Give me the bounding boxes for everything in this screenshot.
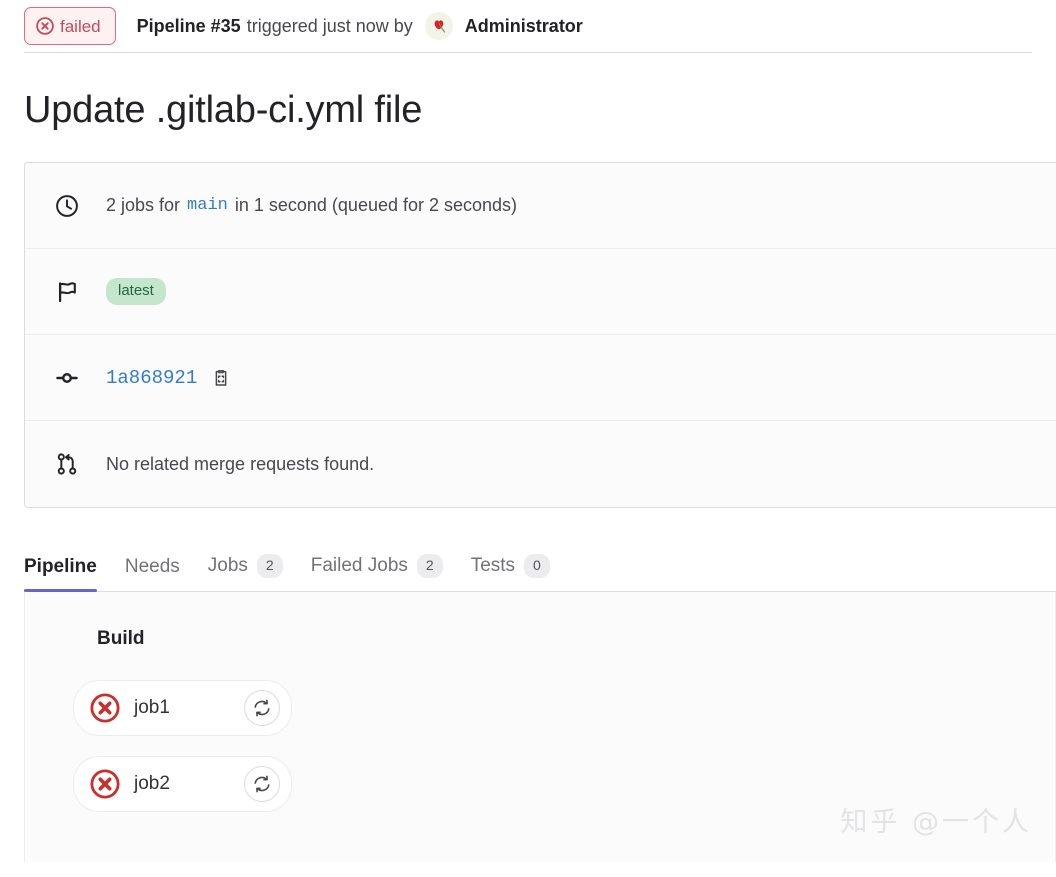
info-row-commit: 1a868921	[25, 335, 1056, 421]
jobs-count-text: 2 jobs for	[106, 195, 180, 216]
pipeline-number[interactable]: Pipeline #35	[137, 16, 241, 37]
retry-icon-job1[interactable]	[244, 690, 280, 726]
job-status-failed-icon	[90, 769, 120, 799]
status-badge[interactable]: failed	[24, 7, 116, 45]
page-title: Update .gitlab-ci.yml file	[24, 89, 1056, 132]
tab-pipeline[interactable]: Pipeline	[24, 556, 111, 591]
tab-tests-count: 0	[524, 554, 550, 578]
branch-ref-link[interactable]: main	[187, 196, 228, 215]
merge-request-icon	[55, 452, 81, 476]
tab-needs[interactable]: Needs	[111, 556, 194, 591]
job-status-failed-icon	[90, 693, 120, 723]
status-badge-label: failed	[60, 18, 101, 35]
status-failed-icon	[36, 17, 54, 35]
pipeline-header-text: Pipeline #35 triggered just now by	[137, 16, 413, 37]
tag-container: latest	[106, 278, 166, 305]
user-avatar[interactable]	[425, 12, 453, 40]
commit-icon	[55, 366, 81, 390]
stage-name-build: Build	[97, 628, 1055, 650]
header-divider	[24, 52, 1032, 53]
retry-icon-job2[interactable]	[244, 766, 280, 802]
clock-icon	[55, 194, 81, 218]
watermark: 知乎 @一个人	[840, 800, 1032, 839]
pipeline-tabs: Pipeline Needs Jobs 2 Failed Jobs 2 Test…	[24, 544, 1056, 592]
jobs-duration-text: in 1 second (queued for 2 seconds)	[235, 195, 517, 216]
merge-request-text: No related merge requests found.	[106, 454, 374, 475]
copy-sha-icon[interactable]	[211, 368, 231, 388]
latest-tag-badge[interactable]: latest	[106, 278, 166, 305]
tab-tests[interactable]: Tests 0	[457, 554, 564, 591]
job-card-job1[interactable]: job1	[73, 680, 292, 736]
info-row-merge-request: No related merge requests found.	[25, 421, 1056, 507]
commit-sha-link[interactable]: 1a868921	[106, 367, 197, 389]
info-row-tag: latest	[25, 249, 1056, 335]
triggered-by-user[interactable]: Administrator	[465, 16, 583, 37]
info-row-jobs: 2 jobs for main in 1 second (queued for …	[25, 163, 1056, 249]
jobs-summary: 2 jobs for main in 1 second (queued for …	[106, 195, 517, 216]
tab-pipeline-label: Pipeline	[24, 556, 97, 578]
pipeline-header: failed Pipeline #35 triggered just now b…	[0, 0, 1056, 52]
tab-jobs-label: Jobs	[208, 555, 248, 577]
pipeline-info-card: 2 jobs for main in 1 second (queued for …	[24, 162, 1056, 508]
tab-failed-jobs-count: 2	[417, 554, 443, 578]
tab-failed-jobs-label: Failed Jobs	[311, 555, 408, 577]
tab-failed-jobs[interactable]: Failed Jobs 2	[297, 554, 457, 591]
pipeline-trigger-text: triggered just now by	[247, 16, 413, 37]
tab-needs-label: Needs	[125, 556, 180, 578]
flag-icon	[55, 280, 81, 304]
tab-jobs[interactable]: Jobs 2	[194, 554, 297, 591]
job-card-job2[interactable]: job2	[73, 756, 292, 812]
tab-jobs-count: 2	[257, 554, 283, 578]
job-name-job2: job2	[134, 773, 244, 795]
tab-tests-label: Tests	[471, 555, 515, 577]
job-name-job1: job1	[134, 697, 244, 719]
commit-container: 1a868921	[106, 367, 231, 389]
